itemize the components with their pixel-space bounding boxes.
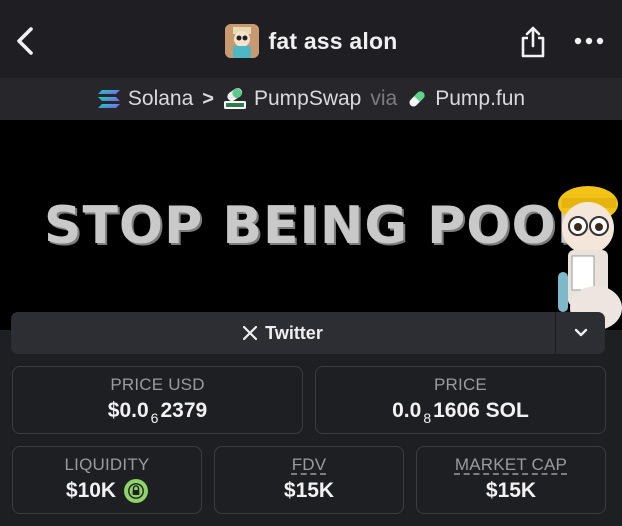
price-usd-card: PRICE USD $0.0 6 2379 — [12, 366, 303, 434]
banner-character-illustration — [558, 186, 622, 330]
more-button[interactable] — [572, 30, 606, 52]
chevron-down-icon — [574, 328, 587, 337]
pumpfun-pill-icon — [409, 91, 425, 107]
breadcrumb-dex-label: PumpSwap — [253, 87, 362, 110]
breadcrumb-separator: > — [202, 87, 214, 110]
price-usd-value: $0.0 6 2379 — [13, 399, 302, 426]
liquidity-lock-icon[interactable] — [124, 479, 149, 503]
token-title: fat ass alon — [268, 27, 398, 54]
fdv-value: $15K — [283, 479, 335, 502]
price-native-card: PRICE 0.0 8 1606 SOL — [315, 366, 606, 434]
breadcrumb-chain-label: Solana — [127, 87, 194, 110]
token-banner: STOP BEING POOR — [0, 120, 622, 330]
price-native-digits: 1606 SOL — [433, 399, 529, 422]
liquidity-label: LIQUIDITY — [64, 455, 150, 474]
more-dots-icon — [574, 37, 604, 45]
breadcrumb-launchpad[interactable]: Pump.fun — [406, 87, 525, 111]
twitter-label: Twitter — [265, 322, 323, 343]
solana-icon — [97, 90, 120, 108]
price-usd-digits: 2379 — [160, 399, 208, 422]
liquidity-card: LIQUIDITY $10K — [12, 446, 202, 514]
price-native-label: PRICE — [434, 375, 487, 394]
market-cap-label[interactable]: MARKET CAP — [417, 455, 605, 475]
share-button[interactable] — [518, 24, 548, 60]
price-usd-zero-count: 6 — [150, 410, 159, 426]
top-bar: fat ass alon — [0, 0, 622, 78]
breadcrumb-dex[interactable]: PumpSwap — [223, 87, 361, 111]
price-native-value: 0.0 8 1606 SOL — [316, 399, 605, 426]
fdv-label[interactable]: FDV — [215, 455, 403, 475]
price-usd-label: PRICE USD — [110, 375, 205, 394]
breadcrumb-via: via — [370, 87, 398, 110]
breadcrumb-launchpad-label: Pump.fun — [435, 87, 526, 110]
price-usd-prefix: $0.0 — [107, 399, 149, 422]
x-logo-icon — [243, 326, 258, 340]
share-icon — [521, 26, 545, 58]
breadcrumb-chain[interactable]: Solana — [97, 87, 193, 111]
market-cap-card: MARKET CAP $15K — [416, 446, 606, 514]
token-avatar — [224, 24, 259, 58]
pumpswap-icon — [223, 88, 246, 109]
price-native-zero-count: 8 — [423, 410, 432, 426]
price-native-prefix: 0.0 — [392, 399, 422, 422]
liquidity-value: $10K — [65, 479, 117, 502]
social-links-bar: Twitter — [11, 312, 605, 354]
breadcrumb: Solana > PumpSwap via Pump.fun — [0, 78, 622, 120]
liquidity-value-row: $10K — [13, 479, 201, 503]
twitter-button[interactable]: Twitter — [11, 312, 555, 354]
more-links-button[interactable] — [556, 312, 605, 354]
market-cap-value: $15K — [485, 479, 537, 502]
banner-text: STOP BEING POOR — [44, 196, 598, 256]
fdv-card: FDV $15K — [214, 446, 404, 514]
